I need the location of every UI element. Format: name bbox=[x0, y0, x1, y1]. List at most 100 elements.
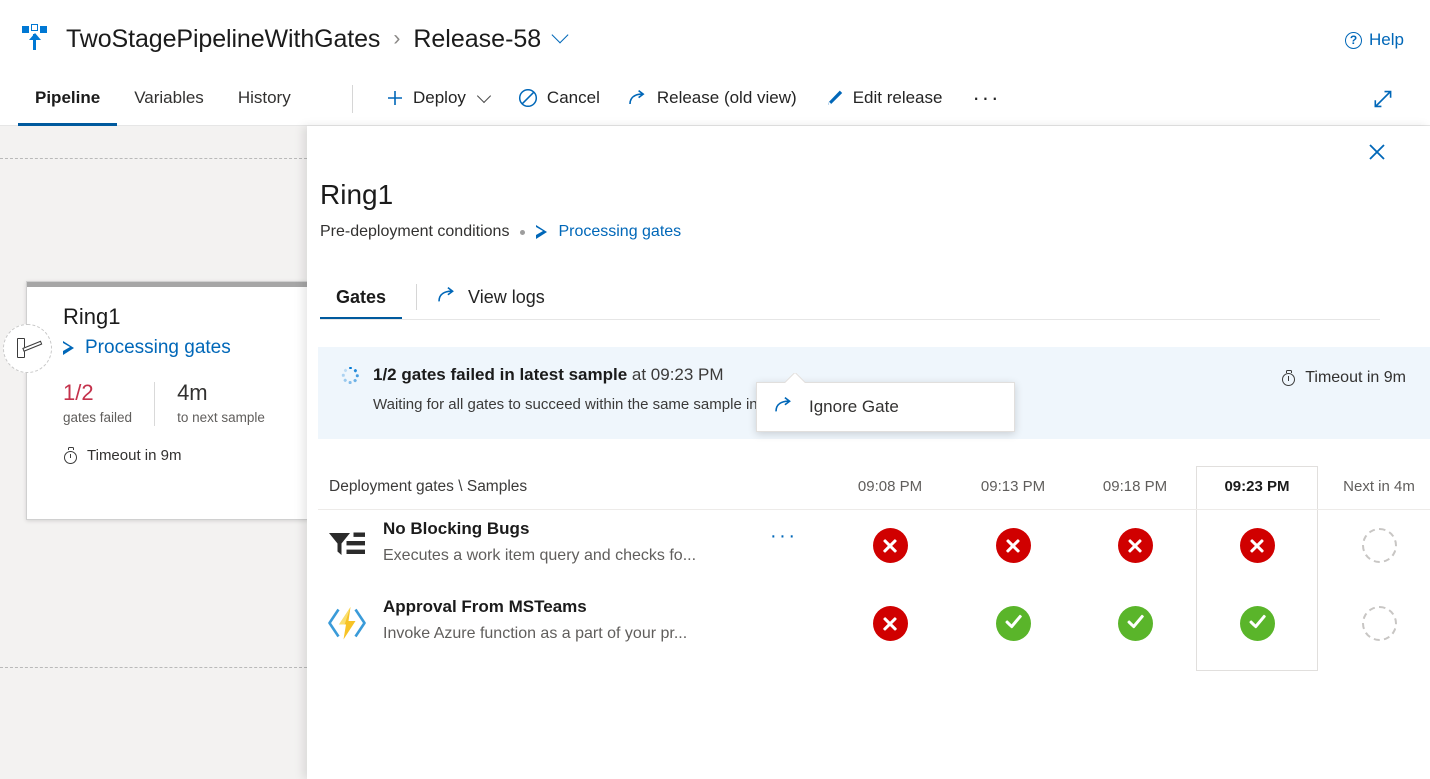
timer-icon bbox=[63, 447, 78, 464]
gate-status-sample-3 bbox=[1075, 606, 1195, 641]
tab-variables[interactable]: Variables bbox=[117, 70, 221, 126]
deploy-button[interactable]: Deploy bbox=[372, 70, 504, 126]
table-row[interactable]: No Blocking Bugs Executes a work item qu… bbox=[318, 510, 1430, 588]
metric-next-sample-value: 4m bbox=[177, 380, 208, 405]
tab-pipeline[interactable]: Pipeline bbox=[18, 70, 118, 126]
close-icon[interactable] bbox=[1364, 139, 1390, 165]
help-button[interactable]: ? Help bbox=[1345, 30, 1404, 50]
ignore-gate-menu-item[interactable]: Ignore Gate bbox=[774, 396, 899, 419]
timer-icon bbox=[1281, 369, 1296, 387]
ignore-gate-label: Ignore Gate bbox=[809, 397, 899, 416]
ignore-gate-callout: Ignore Gate bbox=[756, 382, 1015, 432]
callout-beak bbox=[785, 373, 805, 383]
tab-gates-label: Gates bbox=[336, 286, 387, 307]
gates-detail-panel: Ring1 Pre-deployment conditions Processi… bbox=[307, 126, 1430, 779]
gate-status-next bbox=[1319, 606, 1430, 641]
toolbar-divider bbox=[352, 85, 353, 113]
cancel-button[interactable]: Cancel bbox=[504, 70, 614, 126]
metric-next-sample: 4m to next sample bbox=[177, 380, 265, 425]
view-logs-button[interactable]: View logs bbox=[431, 286, 551, 309]
azure-function-icon bbox=[326, 602, 368, 644]
banner-primary-rest: at 09:23 PM bbox=[627, 365, 724, 384]
pencil-icon bbox=[825, 89, 844, 108]
app-root: TwoStagePipelineWithGates › Release-58 ?… bbox=[0, 0, 1430, 779]
release-old-view-button[interactable]: Release (old view) bbox=[614, 70, 811, 126]
stage-name: Ring1 bbox=[63, 304, 121, 329]
stage-metrics: 1/2 gates failed 4m to next sample bbox=[63, 380, 265, 426]
canvas-divider-bottom bbox=[0, 667, 307, 668]
metric-gates-failed-value: 1/2 bbox=[63, 380, 94, 405]
canvas-divider-top bbox=[0, 158, 307, 159]
gate-status-sample-1 bbox=[830, 606, 950, 641]
main-tabs: Pipeline Variables History bbox=[18, 70, 308, 126]
gate-name: No Blocking Bugs bbox=[383, 519, 530, 538]
gate-status-sample-1 bbox=[830, 528, 950, 563]
cancel-label: Cancel bbox=[546, 88, 600, 107]
tab-gates[interactable]: Gates bbox=[320, 274, 403, 320]
breadcrumb-release[interactable]: Release-58 bbox=[413, 25, 541, 54]
tab-history[interactable]: History bbox=[221, 70, 308, 126]
spinner-icon bbox=[342, 366, 360, 384]
gate-status-sample-4 bbox=[1197, 606, 1317, 641]
view-logs-label: View logs bbox=[468, 286, 545, 307]
banner-primary-bold: 1/2 gates failed in latest sample bbox=[373, 365, 628, 384]
gate-status-sample-4 bbox=[1197, 528, 1317, 563]
metric-gates-failed: 1/2 gates failed bbox=[63, 380, 132, 425]
tab-variables-label: Variables bbox=[134, 88, 204, 107]
toolbar-actions: Deploy Cancel Release (old view) Edit re… bbox=[372, 70, 1016, 126]
tab-pipeline-label: Pipeline bbox=[35, 88, 101, 107]
gate-description: Invoke Azure function as a part of your … bbox=[383, 625, 688, 642]
bullet-separator bbox=[520, 229, 526, 235]
open-external-icon bbox=[628, 89, 648, 107]
gates-table: Deployment gates \ Samples 09:08 PM 09:1… bbox=[318, 466, 1430, 671]
deploy-label: Deploy bbox=[413, 88, 466, 107]
breadcrumb-project[interactable]: TwoStagePipelineWithGates bbox=[66, 25, 380, 54]
open-external-icon bbox=[437, 286, 458, 309]
metric-divider bbox=[154, 382, 156, 426]
cancel-circle-icon bbox=[518, 88, 538, 108]
panel-tabs: Gates View logs bbox=[320, 274, 551, 320]
gate-barrier-icon bbox=[3, 324, 52, 373]
release-old-view-label: Release (old view) bbox=[656, 88, 797, 107]
stage-status-label: Processing gates bbox=[85, 337, 231, 358]
stage-card-accent-bar bbox=[27, 282, 307, 287]
column-header-sample-2: 09:13 PM bbox=[980, 478, 1046, 495]
stage-timeout-label: Timeout in 9m bbox=[87, 447, 182, 464]
edit-release-button[interactable]: Edit release bbox=[811, 70, 957, 126]
table-row[interactable]: Approval From MSTeams Invoke Azure funct… bbox=[318, 588, 1430, 666]
metric-gates-failed-label: gates failed bbox=[63, 410, 133, 425]
play-triangle-icon bbox=[536, 225, 549, 239]
gate-description: Executes a work item query and checks fo… bbox=[383, 547, 697, 564]
panel-tabs-rule bbox=[320, 319, 1380, 320]
panel-tabs-divider bbox=[416, 284, 418, 310]
chevron-down-icon[interactable] bbox=[554, 29, 567, 42]
help-circle-icon: ? bbox=[1345, 31, 1363, 49]
pipeline-canvas: Ring1 Processing gates 1/2 gates failed … bbox=[0, 126, 308, 779]
query-filter-icon bbox=[326, 524, 368, 566]
open-external-icon bbox=[774, 396, 795, 419]
column-header-sample-1: 09:08 PM bbox=[857, 478, 923, 495]
breadcrumb-separator: › bbox=[393, 27, 401, 50]
gate-more-actions-button[interactable]: ··· bbox=[770, 525, 797, 548]
stage-timeout: Timeout in 9m bbox=[63, 447, 181, 464]
expand-diagonal-icon[interactable] bbox=[1372, 88, 1394, 110]
command-bar: Pipeline Variables History Deploy Cancel… bbox=[0, 70, 1430, 126]
gate-status-sample-2 bbox=[953, 528, 1073, 563]
metric-next-sample-label: to next sample bbox=[177, 410, 265, 425]
gates-table-header: Deployment gates \ Samples 09:08 PM 09:1… bbox=[318, 466, 1430, 510]
banner-timeout: Timeout in 9m bbox=[1281, 369, 1406, 387]
plus-icon bbox=[386, 89, 404, 107]
stage-card-ring1[interactable]: Ring1 Processing gates 1/2 gates failed … bbox=[3, 281, 308, 520]
column-header-sample-4: 09:23 PM bbox=[1224, 478, 1290, 495]
panel-subtitle: Pre-deployment conditions Processing gat… bbox=[320, 223, 681, 241]
edit-release-label: Edit release bbox=[852, 88, 943, 107]
gates-table-row-header: Deployment gates \ Samples bbox=[329, 478, 528, 495]
play-triangle-icon bbox=[63, 341, 76, 355]
pipeline-icon bbox=[22, 24, 48, 54]
gate-name: Approval From MSTeams bbox=[383, 597, 587, 616]
gate-status-sample-2 bbox=[953, 606, 1073, 641]
gate-status-sample-3 bbox=[1075, 528, 1195, 563]
stage-status-link[interactable]: Processing gates bbox=[63, 337, 231, 359]
panel-status-link[interactable]: Processing gates bbox=[536, 223, 681, 241]
toolbar-overflow-button[interactable]: ··· bbox=[956, 70, 1016, 126]
